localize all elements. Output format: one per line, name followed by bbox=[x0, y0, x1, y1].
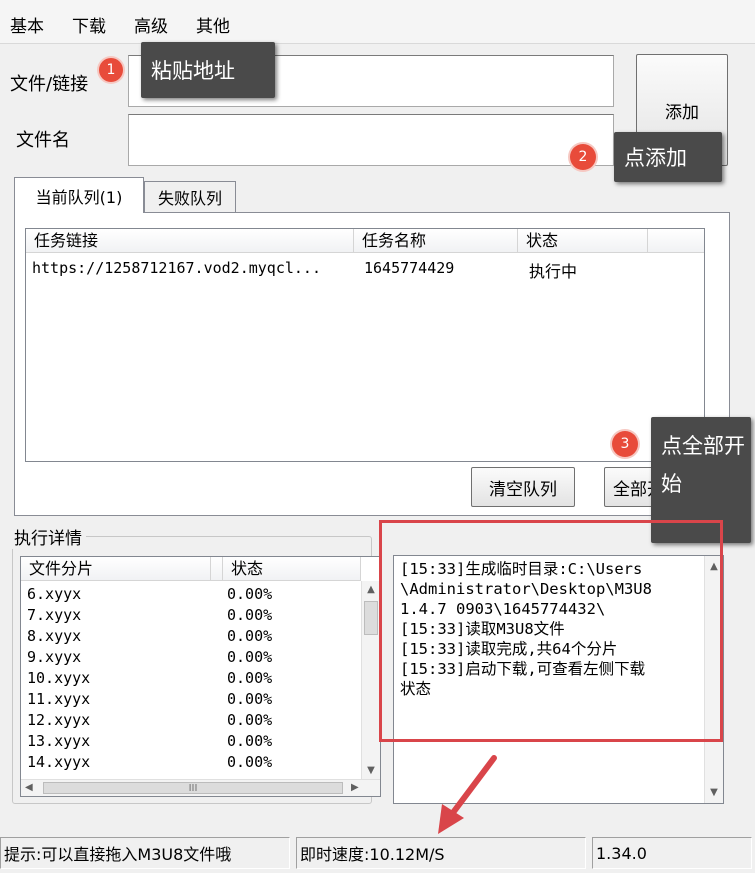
segment-file: 7.xyyx bbox=[27, 606, 82, 624]
add-button-label: 添加 bbox=[665, 102, 699, 123]
segment-status: 0.00% bbox=[227, 690, 273, 708]
menu-other[interactable]: 其他 bbox=[196, 12, 230, 37]
callout-paste-address-text: 粘贴地址 bbox=[151, 59, 235, 83]
url-label: 文件/链接 bbox=[10, 74, 89, 95]
menu-advanced[interactable]: 高级 bbox=[134, 12, 168, 37]
step-2-badge: 2 bbox=[570, 144, 596, 170]
status-version: 1.34.0 bbox=[592, 837, 752, 869]
segment-file: 6.xyyx bbox=[27, 585, 82, 603]
segment-status: 0.00% bbox=[227, 669, 273, 687]
menu-bar: 基本 下载 高级 其他 bbox=[0, 0, 755, 44]
scroll-right-icon[interactable]: ▶ bbox=[351, 782, 359, 793]
callout-start-all-text: 点全部开始 bbox=[661, 434, 745, 496]
scroll-down-icon[interactable]: ▼ bbox=[705, 784, 723, 801]
segment-status: 0.00% bbox=[227, 627, 273, 645]
tab-current-queue-label: 当前队列(1) bbox=[35, 187, 123, 207]
segment-file: 9.xyyx bbox=[27, 648, 82, 666]
scroll-down-icon[interactable]: ▼ bbox=[362, 762, 380, 779]
col-task-link[interactable]: 任务链接 bbox=[26, 229, 354, 253]
annotation-arrow-icon bbox=[438, 755, 497, 834]
segment-hscrollbar[interactable]: ◀ III ▶ bbox=[21, 779, 380, 796]
callout-paste-address: 粘贴地址 bbox=[141, 42, 275, 98]
tab-failed-queue-label: 失败队列 bbox=[157, 189, 222, 208]
list-item[interactable]: 13.xyyx 0.00% bbox=[21, 731, 361, 752]
segment-file: 14.xyyx bbox=[27, 753, 91, 771]
step-1-badge: 1 bbox=[99, 58, 123, 82]
row-status: 执行中 bbox=[529, 262, 578, 281]
clear-queue-label: 清空队列 bbox=[489, 479, 557, 500]
col-status[interactable]: 状态 bbox=[518, 229, 648, 253]
segment-status: 0.00% bbox=[227, 732, 273, 750]
details-title: 执行详情 bbox=[10, 524, 86, 549]
segment-status: 0.00% bbox=[227, 711, 273, 729]
list-item[interactable]: 11.xyyx 0.00% bbox=[21, 689, 361, 710]
col-divider bbox=[211, 557, 223, 581]
list-item[interactable]: 8.xyyx 0.00% bbox=[21, 626, 361, 647]
list-item[interactable]: 10.xyyx 0.00% bbox=[21, 668, 361, 689]
segment-status: 0.00% bbox=[227, 585, 273, 603]
annotation-highlight-box bbox=[379, 520, 723, 742]
list-item[interactable]: 9.xyyx 0.00% bbox=[21, 647, 361, 668]
segment-file: 12.xyyx bbox=[27, 711, 91, 729]
list-item[interactable]: 6.xyyx 0.00% bbox=[21, 584, 361, 605]
list-item[interactable]: 7.xyyx 0.00% bbox=[21, 605, 361, 626]
callout-click-add: 点添加 bbox=[614, 132, 722, 182]
menu-basic[interactable]: 基本 bbox=[10, 12, 44, 37]
menu-download[interactable]: 下载 bbox=[72, 12, 106, 37]
segment-vscrollbar[interactable]: ▲ ▼ bbox=[361, 581, 380, 779]
segment-file: 13.xyyx bbox=[27, 732, 91, 750]
col-segment-status[interactable]: 状态 bbox=[223, 557, 361, 581]
scroll-left-icon[interactable]: ◀ bbox=[25, 782, 33, 793]
list-item[interactable]: 12.xyyx 0.00% bbox=[21, 710, 361, 731]
filename-input[interactable] bbox=[128, 114, 614, 166]
filename-label: 文件名 bbox=[16, 130, 70, 151]
col-filler bbox=[648, 229, 704, 253]
scroll-up-icon[interactable]: ▲ bbox=[362, 581, 380, 598]
step-3-badge: 3 bbox=[612, 431, 638, 457]
callout-click-add-text: 点添加 bbox=[624, 146, 687, 170]
col-task-name[interactable]: 任务名称 bbox=[354, 229, 518, 253]
segment-status: 0.00% bbox=[227, 648, 273, 666]
col-file-segment[interactable]: 文件分片 bbox=[21, 557, 211, 581]
vscroll-thumb[interactable] bbox=[364, 601, 378, 635]
queue-list[interactable]: 任务链接 任务名称 状态 https://1258712167.vod2.myq… bbox=[25, 228, 705, 462]
list-item[interactable]: 14.xyyx 0.00% bbox=[21, 752, 361, 773]
segment-file: 11.xyyx bbox=[27, 690, 91, 708]
hscroll-thumb[interactable]: III bbox=[43, 782, 343, 794]
segment-status: 0.00% bbox=[227, 753, 273, 771]
hscroll-grip: III bbox=[188, 782, 198, 794]
segment-status: 0.00% bbox=[227, 606, 273, 624]
row-name: 1645774429 bbox=[364, 259, 455, 277]
segment-file: 8.xyyx bbox=[27, 627, 82, 645]
table-row[interactable]: https://1258712167.vod2.myqcl... 1645774… bbox=[26, 257, 704, 281]
segment-list[interactable]: 文件分片 状态 6.xyyx 0.00% 7.xyyx 0.00% 8.xyyx 0.… bbox=[20, 556, 381, 797]
tab-failed-queue[interactable]: 失败队列 bbox=[144, 181, 236, 212]
status-tip: 提示:可以直接拖入M3U8文件哦 bbox=[0, 837, 290, 869]
status-bar: 提示:可以直接拖入M3U8文件哦 即时速度:10.12M/S 1.34.0 bbox=[0, 833, 755, 873]
tab-current-queue[interactable]: 当前队列(1) bbox=[14, 177, 144, 213]
clear-queue-button[interactable]: 清空队列 bbox=[471, 467, 575, 507]
segment-file: 10.xyyx bbox=[27, 669, 91, 687]
row-link: https://1258712167.vod2.myqcl... bbox=[32, 259, 321, 277]
segment-rows: 6.xyyx 0.00% 7.xyyx 0.00% 8.xyyx 0.00% 9.xy… bbox=[21, 584, 361, 776]
